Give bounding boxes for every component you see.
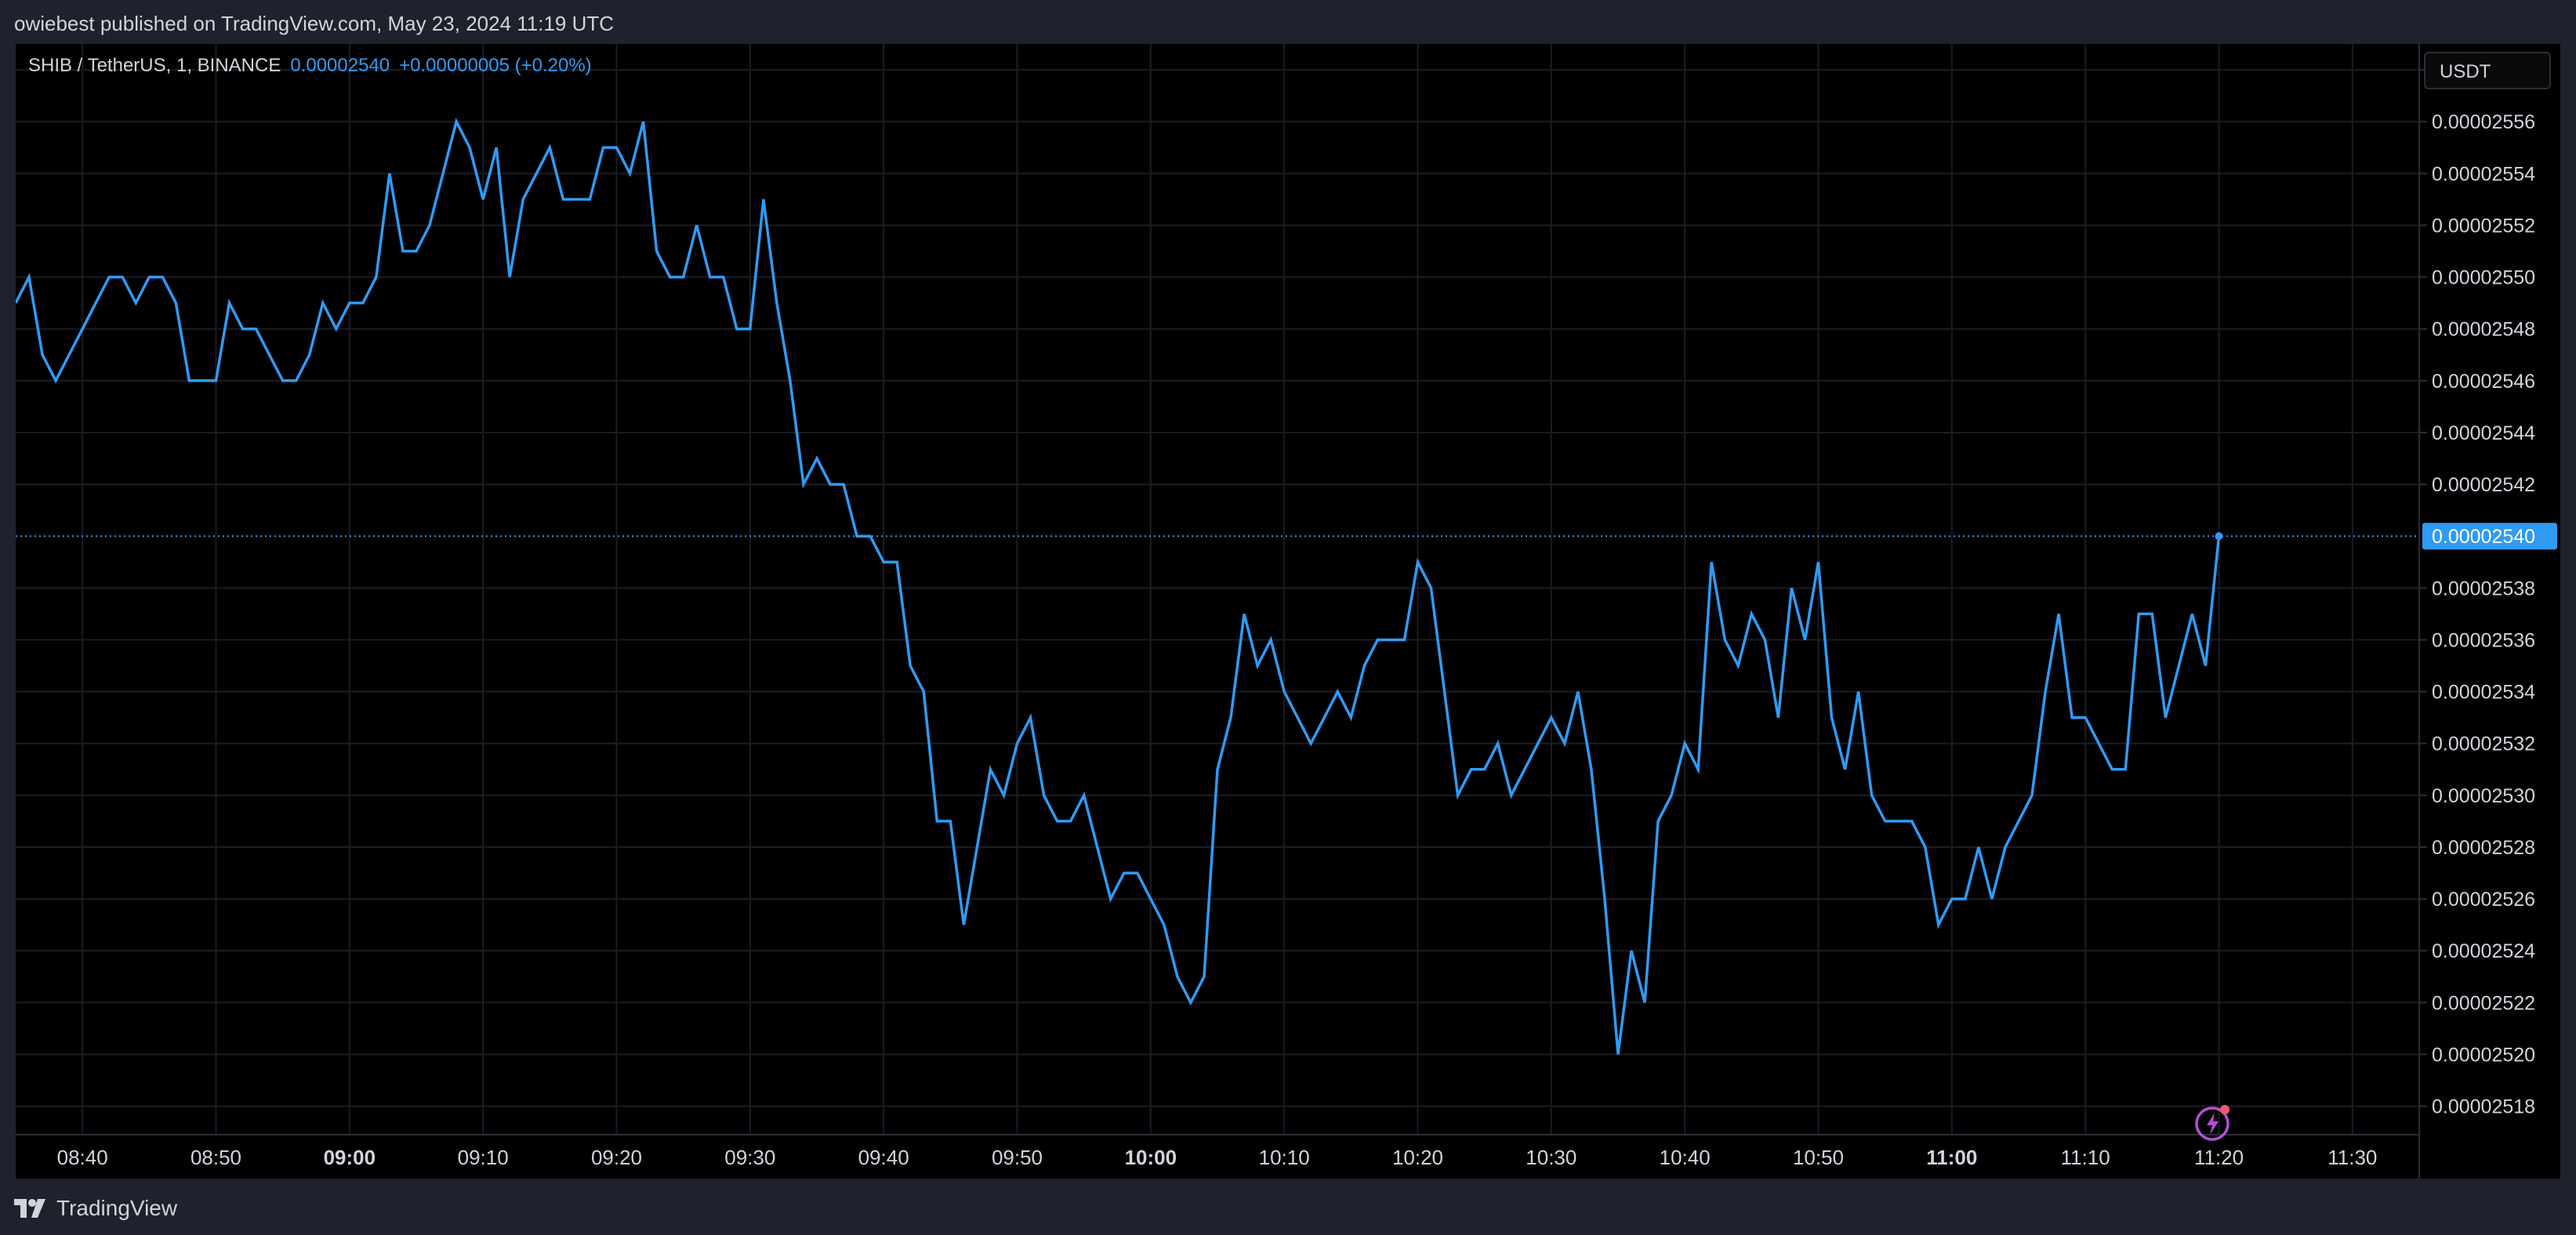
x-tick-label: 10:10 bbox=[1259, 1146, 1310, 1169]
price-axis: 0.000025580.000025560.000025540.00002552… bbox=[2419, 60, 2557, 1118]
y-tick-label: 0.00002536 bbox=[2432, 629, 2535, 651]
tradingview-logo-icon bbox=[14, 1199, 45, 1218]
currency-unit-button[interactable]: USDT bbox=[2424, 52, 2551, 89]
x-tick-label: 10:30 bbox=[1526, 1146, 1576, 1169]
y-tick-label: 0.00002520 bbox=[2432, 1045, 2535, 1067]
brand-name: TradingView bbox=[56, 1196, 178, 1220]
symbol-legend[interactable]: SHIB / TetherUS, 1, BINANCE 0.00002540 +0.… bbox=[28, 55, 592, 77]
chart-pane[interactable]: 0.000025580.000025560.000025540.00002552… bbox=[16, 44, 2560, 1179]
x-tick-label: 10:50 bbox=[1793, 1146, 1844, 1169]
y-tick-label: 0.00002534 bbox=[2432, 682, 2535, 704]
x-tick-label: 09:10 bbox=[458, 1146, 509, 1169]
grid-lines bbox=[16, 44, 2419, 1135]
y-tick-label: 0.00002546 bbox=[2432, 371, 2535, 393]
x-tick-label: 10:20 bbox=[1392, 1146, 1443, 1169]
y-tick-label: 0.00002538 bbox=[2432, 578, 2535, 599]
y-tick-label: 0.00002548 bbox=[2432, 319, 2535, 341]
x-tick-label: 09:00 bbox=[324, 1146, 376, 1169]
x-tick-label: 08:40 bbox=[57, 1146, 108, 1169]
y-tick-label: 0.00002522 bbox=[2432, 992, 2535, 1014]
y-tick-label: 0.00002550 bbox=[2432, 267, 2535, 289]
last-price-marker bbox=[2215, 532, 2223, 541]
y-tick-label: 0.00002554 bbox=[2432, 163, 2535, 185]
footer-bar bbox=[0, 1179, 2576, 1235]
x-tick-label: 09:40 bbox=[858, 1146, 909, 1169]
x-tick-label: 08:50 bbox=[190, 1146, 241, 1169]
x-tick-label: 11:20 bbox=[2194, 1146, 2244, 1169]
x-tick-label: 10:00 bbox=[1125, 1146, 1177, 1169]
symbol-label: SHIB / TetherUS, 1, BINANCE bbox=[28, 55, 281, 76]
last-price: 0.00002540 bbox=[290, 55, 390, 76]
y-tick-label: 0.00002544 bbox=[2432, 422, 2535, 444]
lightning-bolt-icon[interactable] bbox=[2193, 1100, 2237, 1144]
y-tick-label: 0.00002524 bbox=[2432, 940, 2535, 962]
y-tick-label: 0.00002532 bbox=[2432, 733, 2535, 755]
x-tick-label: 09:20 bbox=[591, 1146, 642, 1169]
tradingview-brand[interactable]: TradingView bbox=[14, 1194, 177, 1222]
x-tick-label: 11:00 bbox=[1926, 1146, 1977, 1169]
y-tick-label: 0.00002528 bbox=[2432, 837, 2535, 859]
y-tick-label: 0.00002556 bbox=[2432, 111, 2535, 133]
time-axis: 08:40 08:50 09:00 09:10 09:20 09:30 09:40 09:50… bbox=[57, 1146, 2378, 1169]
published-caption: owiebest published on TradingView.com, M… bbox=[14, 12, 615, 35]
y-tick-label: 0.00002552 bbox=[2432, 215, 2535, 237]
current-price-tag-label: 0.00002540 bbox=[2432, 526, 2535, 548]
x-tick-label: 11:10 bbox=[2061, 1146, 2110, 1169]
y-tick-label: 0.00002526 bbox=[2432, 889, 2535, 911]
x-tick-label: 09:30 bbox=[724, 1146, 775, 1169]
y-tick-label: 0.00002518 bbox=[2432, 1096, 2535, 1118]
x-tick-label: 09:50 bbox=[992, 1146, 1043, 1169]
x-tick-label: 11:30 bbox=[2327, 1146, 2377, 1169]
y-tick-label: 0.00002530 bbox=[2432, 785, 2535, 807]
y-tick-label: 0.00002542 bbox=[2432, 474, 2535, 496]
price-change: +0.00000005 (+0.20%) bbox=[399, 55, 592, 76]
price-chart[interactable]: 0.000025580.000025560.000025540.00002552… bbox=[16, 44, 2560, 1179]
x-tick-label: 10:40 bbox=[1660, 1146, 1711, 1169]
